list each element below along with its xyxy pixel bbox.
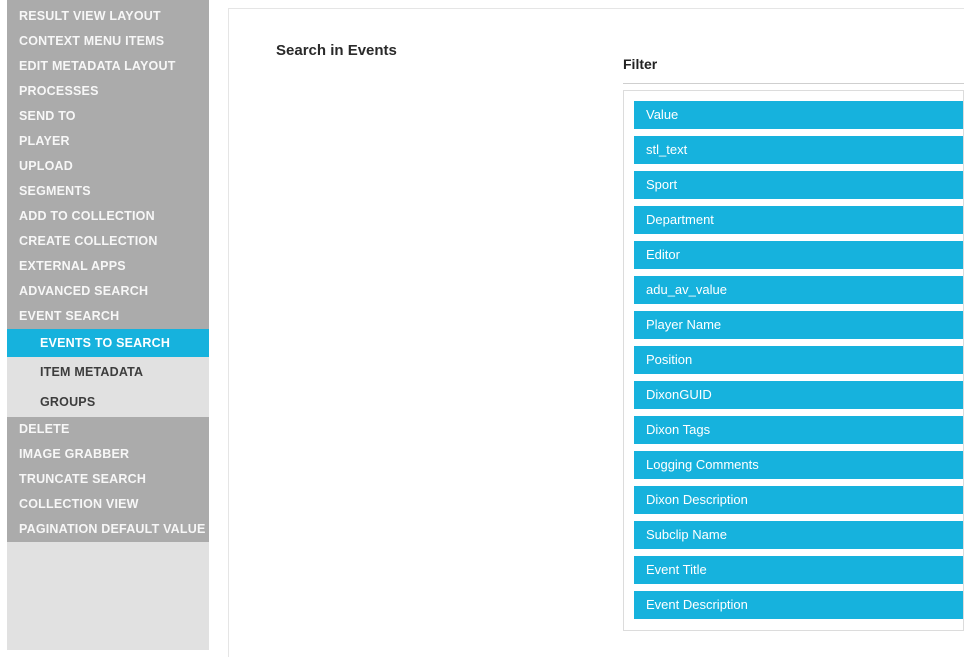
sidebar-submenu-item[interactable]: ITEM METADATA xyxy=(7,357,209,387)
sidebar-menu-top: RESULT VIEW LAYOUT CONTEXT MENU ITEMS ED… xyxy=(7,0,209,329)
sidebar-menu-item[interactable]: EVENT SEARCH xyxy=(7,304,209,329)
sidebar-menu-item[interactable]: UPLOAD xyxy=(7,154,209,179)
sidebar-menu-item[interactable]: IMAGE GRABBER xyxy=(7,442,209,467)
filter-field-button[interactable]: Event Description xyxy=(634,591,963,619)
filter-field-button[interactable]: Dixon Tags xyxy=(634,416,963,444)
filter-field-button[interactable]: stl_text xyxy=(634,136,963,164)
sidebar-menu-item[interactable]: EXTERNAL APPS xyxy=(7,254,209,279)
sidebar-menu-item[interactable]: PROCESSES xyxy=(7,79,209,104)
sidebar-menu-item[interactable]: CREATE COLLECTION xyxy=(7,229,209,254)
sidebar-submenu-item[interactable]: GROUPS xyxy=(7,387,209,417)
sidebar-submenu: ITEM METADATA GROUPS xyxy=(7,357,209,417)
filter-field-button[interactable]: Value xyxy=(634,101,963,129)
filter-section: Filter Value stl_text Sport Department E… xyxy=(623,56,964,631)
filter-field-button[interactable]: Department xyxy=(634,206,963,234)
filter-field-button[interactable]: Logging Comments xyxy=(634,451,963,479)
sidebar-menu-item[interactable]: CONTEXT MENU ITEMS xyxy=(7,29,209,54)
filter-field-button[interactable]: adu_av_value xyxy=(634,276,963,304)
sidebar-menu-item[interactable]: SEND TO xyxy=(7,104,209,129)
filter-field-button[interactable]: Player Name xyxy=(634,311,963,339)
filter-field-button[interactable]: Subclip Name xyxy=(634,521,963,549)
sidebar-menu-item[interactable]: EDIT METADATA LAYOUT xyxy=(7,54,209,79)
sidebar-menu-item[interactable]: TRUNCATE SEARCH xyxy=(7,467,209,492)
sidebar-menu-item[interactable]: DELETE xyxy=(7,417,209,442)
filter-field-button[interactable]: Dixon Description xyxy=(634,486,963,514)
sidebar-menu-item[interactable]: COLLECTION VIEW xyxy=(7,492,209,517)
filter-label: Filter xyxy=(623,56,964,73)
sidebar-item-events-to-search[interactable]: EVENTS TO SEARCH xyxy=(7,329,209,357)
sidebar-menu-bottom: DELETE IMAGE GRABBER TRUNCATE SEARCH COL… xyxy=(7,417,209,542)
settings-sidebar: RESULT VIEW LAYOUT CONTEXT MENU ITEMS ED… xyxy=(7,0,209,650)
page-title: Search in Events xyxy=(276,42,397,59)
filter-field-button[interactable]: Event Title xyxy=(634,556,963,584)
sidebar-menu-item[interactable]: ADD TO COLLECTION xyxy=(7,204,209,229)
filter-field-button[interactable]: Sport xyxy=(634,171,963,199)
settings-panel: Search in Events Filter Value stl_text S… xyxy=(228,8,964,657)
sidebar-menu-item[interactable]: PLAYER xyxy=(7,129,209,154)
filter-field-button[interactable]: Position xyxy=(634,346,963,374)
sidebar-menu-item[interactable]: PAGINATION DEFAULT VALUE xyxy=(7,517,209,542)
sidebar-menu-item[interactable]: RESULT VIEW LAYOUT xyxy=(7,4,209,29)
filter-field-button[interactable]: DixonGUID xyxy=(634,381,963,409)
sidebar-menu-item[interactable]: ADVANCED SEARCH xyxy=(7,279,209,304)
filter-input[interactable] xyxy=(623,73,964,84)
sidebar-menu-item[interactable]: SEGMENTS xyxy=(7,179,209,204)
filter-field-button[interactable]: Editor xyxy=(634,241,963,269)
filter-field-list: Value stl_text Sport Department Editor a… xyxy=(623,90,964,631)
